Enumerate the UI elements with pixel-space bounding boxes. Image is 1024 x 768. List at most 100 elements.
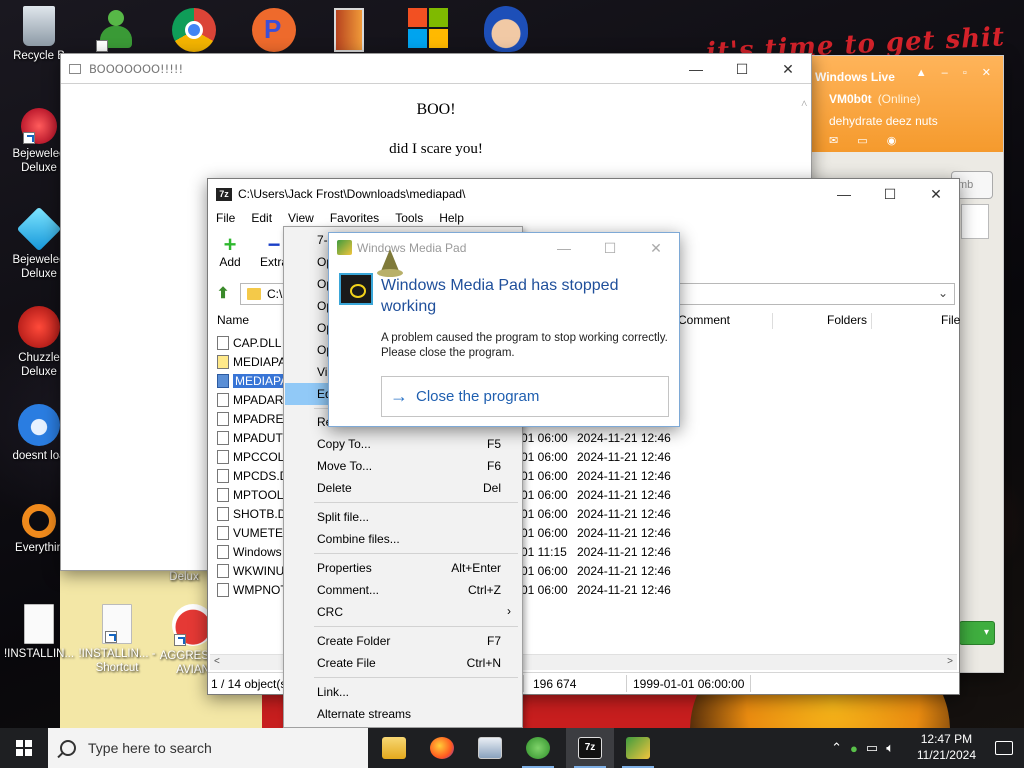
close-button[interactable]: ✕ [765,54,811,84]
desktop-icon-installin-shortcut[interactable]: !INSTALLIN... - Shortcut [78,604,156,675]
paint-shop-icon[interactable]: P [252,8,296,52]
folder-icon [247,288,261,300]
menu-item-alternate-streams[interactable]: Alternate streams [285,703,521,725]
scroll-up-arrow-icon[interactable]: ^ [801,97,807,112]
messenger-status[interactable]: (Online) [878,92,921,106]
desktop-icon-label: !INSTALLIN... - Shortcut [78,648,156,674]
search-icon [60,740,76,756]
cartoon-character-icon[interactable] [484,6,528,52]
messenger-header: Windows Live ▲ – ▫ ✕ VM0b0t (Online) dehy… [811,56,1003,152]
dll-file-icon [217,507,229,521]
file-modified: 01 06:00 [521,526,568,540]
messenger-window-controls[interactable]: ▲ – ▫ ✕ [916,66,997,79]
menu-item-create-file[interactable]: Create File Ctrl+N [285,652,521,674]
column-folders[interactable]: Folders [827,313,867,327]
messenger-username[interactable]: VM0b0t [829,92,872,106]
show-hidden-icons-icon[interactable]: ⌃ [831,740,842,756]
menu-item-link[interactable]: Link... [285,681,521,703]
taskbar-messenger[interactable] [514,728,562,768]
dll-file-icon [217,564,229,578]
column-name[interactable]: Name [217,313,249,327]
desktop-icon-label: Bejeweled Deluxe [12,148,66,174]
close-button[interactable]: ✕ [913,179,959,209]
menu-item-combine-files[interactable]: Combine files... [285,528,521,550]
firefox-icon [430,737,454,759]
menu-item-crc[interactable]: CRC › [285,601,521,623]
file-name: MPCCOL [233,450,285,464]
search-placeholder: Type here to search [88,740,212,756]
desktop-icon-label: doesnt loa [12,450,66,462]
sevenzip-titlebar[interactable]: 7z C:\Users\Jack Frost\Downloads\mediapa… [208,179,959,209]
file-icon [217,393,229,407]
messenger-dropdown-button[interactable]: ▾ [959,621,995,645]
media-pad-icon [626,737,650,759]
maximize-button[interactable]: ☐ [867,179,913,209]
file-created: 2024-11-21 12:46 [577,583,671,597]
menu-item-create-folder[interactable]: Create Folder F7 [285,630,521,652]
dialog-title: Windows Media Pad [357,241,467,255]
menu-item-move-to[interactable]: Move To... F6 [285,455,521,477]
door-shortcut-icon[interactable] [334,8,364,52]
menu-item-comment[interactable]: Comment... Ctrl+Z [285,579,521,601]
file-modified: 01 06:00 [521,564,568,578]
taskbar-search-box[interactable]: Type here to search [48,728,368,768]
file-modified: 01 11:15 [521,545,567,559]
file-created: 2024-11-21 12:46 [577,469,671,483]
close-program-button[interactable]: → Close the program [381,376,669,417]
scroll-left-icon[interactable]: < [214,656,220,667]
clock[interactable]: 12:47 PM 11/21/2024 [917,731,976,763]
add-button[interactable]: + Add [208,231,252,279]
file-created: 2024-11-21 12:46 [577,564,671,578]
control-panel-icon [478,737,502,759]
file-name: MEDIAPA [233,355,287,369]
taskbar-media-pad[interactable] [614,728,662,768]
messenger-toolbar-icons[interactable]: ✉ ▭ ◉ [829,134,904,147]
taskbar-control-panel[interactable] [466,728,514,768]
error-dialog[interactable]: Windows Media Pad — ☐ ✕ Windows Media Pa… [328,232,680,427]
start-button[interactable] [0,728,48,768]
taskbar-file-explorer[interactable] [370,728,418,768]
messenger-personal-message[interactable]: dehydrate deez nuts [829,114,938,128]
scroll-right-icon[interactable]: > [947,656,953,667]
file-created: 2024-11-21 12:46 [577,431,671,445]
network-icon[interactable]: ▭ [866,740,878,756]
menu-item-properties[interactable]: Properties Alt+Enter [285,557,521,579]
minimize-button[interactable]: — [821,179,867,209]
dll-file-icon [217,469,229,483]
menu-item-delete[interactable]: Delete Del [285,477,521,499]
column-files[interactable]: File [941,313,960,327]
menu-file[interactable]: File [208,209,243,229]
taskbar-firefox[interactable] [418,728,466,768]
column-comment[interactable]: Comment [678,313,730,327]
messenger-contact-list[interactable] [961,204,989,239]
chuzzle-icon [18,306,60,348]
boo-titlebar[interactable]: BOOOOOOO!!!!! — ☐ ✕ [61,54,811,84]
everything-search-icon [22,504,56,538]
file-created: 2024-11-21 12:46 [577,507,671,521]
notification-center-button[interactable] [984,728,1024,768]
desktop-icon-installin[interactable]: !INSTALLIN... [0,604,78,661]
chevron-down-icon[interactable]: ⌄ [938,286,948,300]
menu-item-copy-to[interactable]: Copy To... F5 [285,433,521,455]
minimize-button[interactable]: — [673,54,719,84]
menu-item-split-file[interactable]: Split file... [285,506,521,528]
boo-window-title: BOOOOOOO!!!!! [89,61,184,76]
status-size: 196 674 [533,677,577,691]
dialog-message: A problem caused the program to stop wor… [381,332,668,359]
chrome-icon[interactable] [172,8,216,52]
file-created: 2024-11-21 12:46 [577,526,671,540]
maximize-button[interactable]: ☐ [719,54,765,84]
menu-edit[interactable]: Edit [243,209,280,229]
taskbar: Type here to search 7z ⌃ ● ▭ 🔈︎ 12:47 PM… [0,728,1024,768]
desktop-icon-label: Recycle B [13,50,65,62]
file-name: MPCDS.D [233,469,289,483]
media-pad-app-icon [339,273,373,305]
file-modified: 01 06:00 [521,507,568,521]
volume-icon[interactable]: 🔈︎ [886,740,894,756]
windows-security-icon[interactable] [408,8,448,50]
messenger-tray-icon[interactable]: ● [850,741,858,756]
taskbar-7zip[interactable]: 7z [566,728,614,768]
close-button[interactable]: ✕ [633,233,679,263]
up-folder-icon[interactable]: ⬆ [212,283,234,305]
messenger-people-icon[interactable] [94,8,138,52]
